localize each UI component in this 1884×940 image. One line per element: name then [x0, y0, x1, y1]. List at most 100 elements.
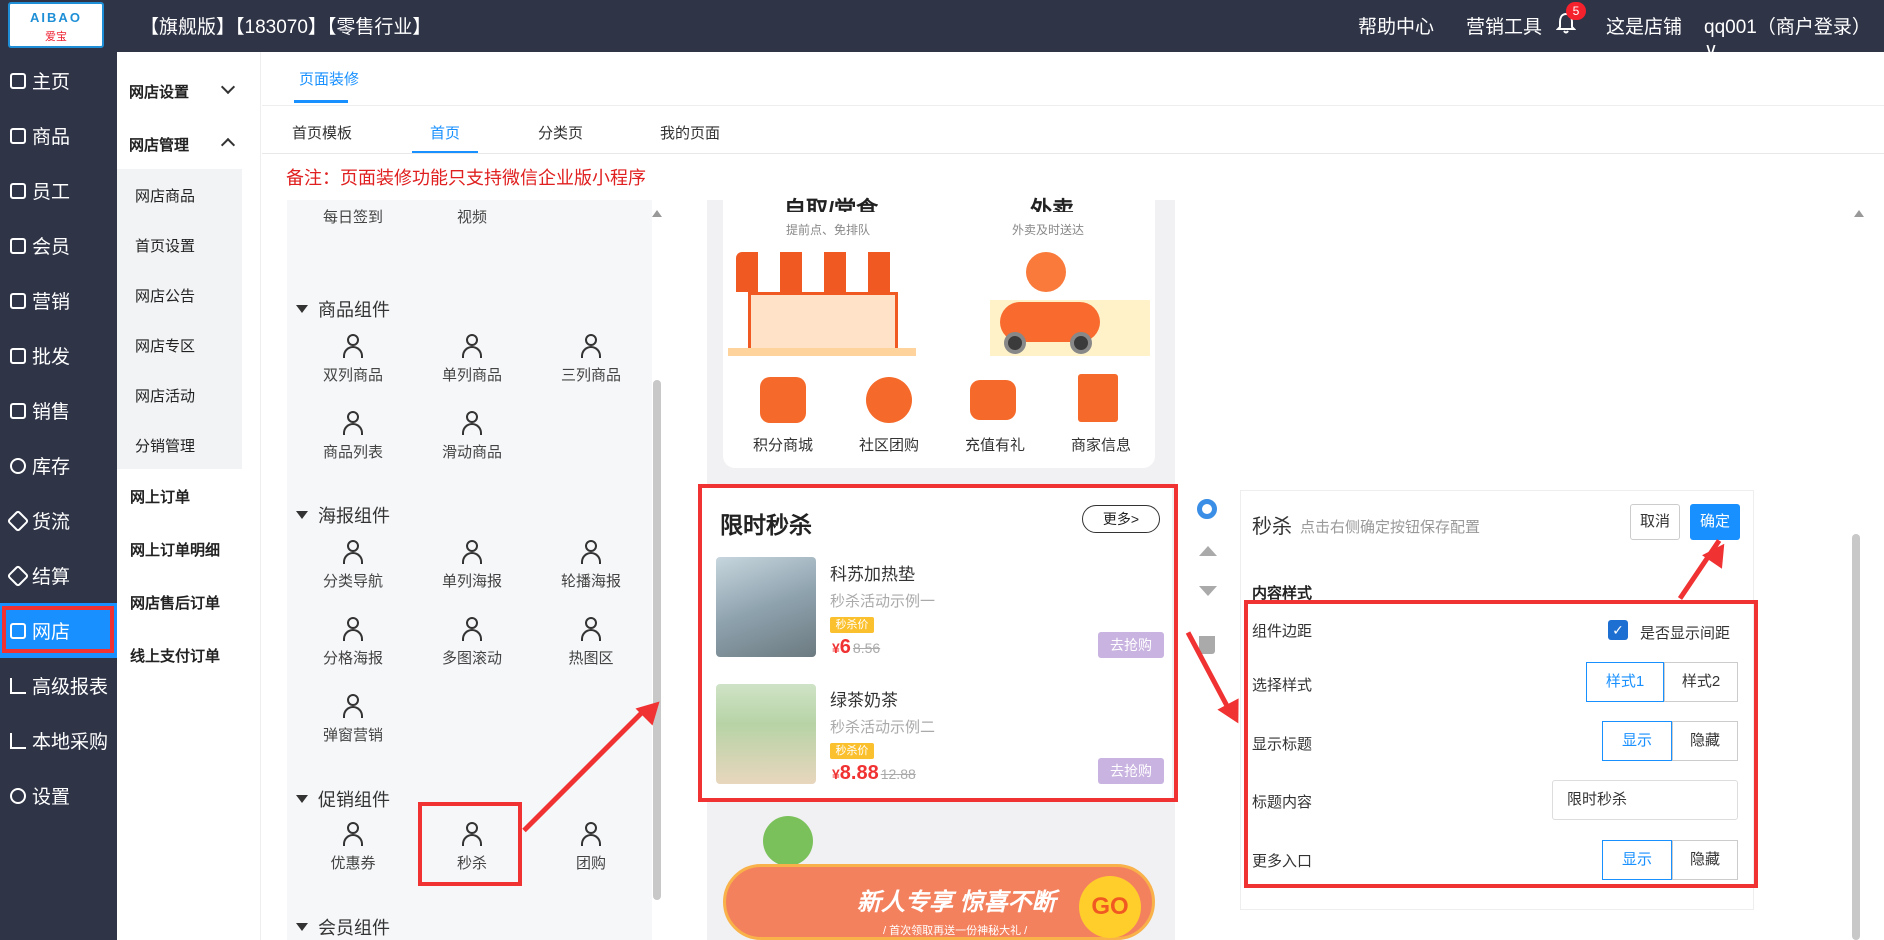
notification-badge: 5: [1566, 2, 1586, 20]
component-single-poster[interactable]: 单列海报: [417, 540, 527, 591]
subnav-item-store-notice[interactable]: 网店公告: [135, 285, 195, 306]
user-icon: [342, 617, 364, 641]
nav-item-staff[interactable]: 员工: [0, 163, 117, 218]
marketing-tools-link[interactable]: 营销工具: [1466, 12, 1542, 39]
tab-page-decoration[interactable]: 页面装修: [299, 68, 359, 89]
feature-points-mall[interactable]: 积分商城: [738, 434, 828, 455]
component-goods-list[interactable]: 商品列表: [298, 411, 408, 462]
nav-item-wholesale[interactable]: 批发: [0, 328, 117, 383]
tab-home-template[interactable]: 首页模板: [292, 122, 352, 143]
chevron-up-icon: [220, 137, 236, 153]
goods-icon: [10, 127, 26, 144]
group-goods-components[interactable]: 商品组件: [296, 296, 390, 322]
nav-item-local-purchase[interactable]: 本地采购: [0, 713, 117, 768]
group-member-components[interactable]: 会员组件: [296, 914, 390, 940]
component-label: 三列商品: [560, 367, 621, 384]
component-group-buy[interactable]: 团购: [536, 822, 646, 873]
tab-category[interactable]: 分类页: [538, 122, 583, 143]
component-carousel-poster[interactable]: 轮播海报: [536, 540, 646, 591]
gear-icon[interactable]: [1197, 499, 1217, 519]
nav-item-marketing[interactable]: 营销: [0, 273, 117, 328]
trash-icon[interactable]: [1199, 636, 1215, 654]
component-category-nav[interactable]: 分类导航: [298, 540, 408, 591]
store-link[interactable]: 这是店铺: [1606, 12, 1682, 39]
feature-community-group[interactable]: 社区团购: [844, 434, 934, 455]
component-popup-marketing[interactable]: 弹窗营销: [298, 694, 408, 745]
nav-item-sales[interactable]: 销售: [0, 383, 117, 438]
component-coupon[interactable]: 优惠券: [298, 822, 408, 873]
feature-recharge-gift[interactable]: 充值有礼: [950, 434, 1040, 455]
caret-down-icon: [296, 305, 308, 313]
subnav-link-order-details[interactable]: 网上订单明细: [130, 539, 220, 560]
tab-my-page[interactable]: 我的页面: [660, 122, 720, 143]
nav-item-advanced-report[interactable]: 高级报表: [0, 658, 117, 713]
nav-item-settings[interactable]: 设置: [0, 768, 117, 823]
tab-home[interactable]: 首页: [430, 122, 460, 143]
member-icon: [10, 237, 26, 254]
confirm-button[interactable]: 确定: [1690, 504, 1740, 540]
move-up-icon[interactable]: [1199, 546, 1217, 556]
tab-underline: [412, 151, 478, 153]
component-label: 商品列表: [322, 444, 383, 461]
scroll-up-arrow-icon[interactable]: [652, 210, 662, 217]
component-multi-image[interactable]: 多图滚动: [417, 617, 527, 668]
entry-title-delivery: 外卖: [1030, 197, 1075, 212]
cancel-button[interactable]: 取消: [1630, 504, 1680, 540]
nav-item-member[interactable]: 会员: [0, 218, 117, 273]
page-note: 备注：页面装修功能只支持微信企业版小程序: [286, 168, 646, 188]
community-group-icon: [866, 377, 912, 423]
subnav-item-home-settings[interactable]: 首页设置: [135, 235, 195, 256]
subnav-item-store-zone[interactable]: 网店专区: [135, 335, 195, 356]
group-label: 会员组件: [318, 918, 390, 938]
logo-sub: 爱宝: [45, 31, 67, 43]
component-grid-poster[interactable]: 分格海报: [298, 617, 408, 668]
group-poster-components[interactable]: 海报组件: [296, 502, 390, 528]
config-title: 秒杀: [1252, 516, 1292, 538]
component-hotspot[interactable]: 热图区: [536, 617, 646, 668]
aibao-logo[interactable]: AIBAO 爱宝: [8, 2, 104, 48]
nav-item-home[interactable]: 主页: [0, 53, 117, 108]
recharge-gift-icon: [970, 380, 1016, 420]
subnav-group-store-settings[interactable]: 网店设置: [129, 81, 189, 102]
component-video[interactable]: 视频: [417, 206, 527, 227]
help-center-link[interactable]: 帮助中心: [1358, 12, 1434, 39]
component-single-goods[interactable]: 单列商品: [417, 334, 527, 385]
settle-icon: [6, 564, 30, 587]
user-icon: [342, 822, 364, 846]
feature-merchant-info[interactable]: 商家信息: [1056, 434, 1146, 455]
home-icon: [10, 72, 26, 89]
nav-item-logistics[interactable]: 货流: [0, 493, 117, 548]
megaphone-icon: [10, 292, 26, 309]
scroll-up-arrow-icon[interactable]: [1854, 210, 1864, 217]
component-slide-goods[interactable]: 滑动商品: [417, 411, 527, 462]
new-user-banner[interactable]: 新人专享 惊喜不断 / 首次领取再送一份神秘大礼 / GO: [723, 816, 1155, 940]
component-label: 每日签到: [322, 209, 383, 226]
subnav-link-online-orders[interactable]: 网上订单: [130, 486, 190, 507]
config-scrollbar[interactable]: [1852, 534, 1860, 940]
subnav-item-distribution[interactable]: 分销管理: [135, 435, 195, 456]
subnav-link-online-pay[interactable]: 线上支付订单: [130, 645, 220, 666]
tab-underline: [294, 100, 348, 103]
nav-item-stock[interactable]: 库存: [0, 438, 117, 493]
logo-text: AIBAO: [30, 10, 82, 25]
subnav-group-store-manage[interactable]: 网店管理: [129, 134, 189, 155]
chart-icon: [10, 402, 26, 419]
subnav-item-store-goods[interactable]: 网店商品: [135, 185, 195, 206]
group-promo-components[interactable]: 促销组件: [296, 786, 390, 812]
component-scrollbar[interactable]: [653, 380, 661, 900]
top-bar: AIBAO 爱宝 【旗舰版】【183070】【零售行业】 帮助中心 营销工具 5…: [0, 0, 1884, 61]
nav-item-settle[interactable]: 结算: [0, 548, 117, 603]
component-daily-checkin[interactable]: 每日签到: [298, 206, 408, 227]
config-tip: 点击右侧确定按钮保存配置: [1300, 519, 1481, 536]
component-double-goods[interactable]: 双列商品: [298, 334, 408, 385]
nav-item-goods[interactable]: 商品: [0, 108, 117, 163]
subnav-link-aftersale[interactable]: 网店售后订单: [130, 592, 220, 613]
subnav-item-store-activity[interactable]: 网店活动: [135, 385, 195, 406]
component-triple-goods[interactable]: 三列商品: [536, 334, 646, 385]
gear-icon: [10, 787, 26, 804]
banner-go-button[interactable]: GO: [1079, 876, 1141, 938]
component-label: 优惠券: [330, 855, 376, 872]
highlight-box-seckill-preview: [698, 484, 1178, 802]
move-down-icon[interactable]: [1199, 586, 1217, 596]
nav-label: 设置: [32, 787, 71, 808]
